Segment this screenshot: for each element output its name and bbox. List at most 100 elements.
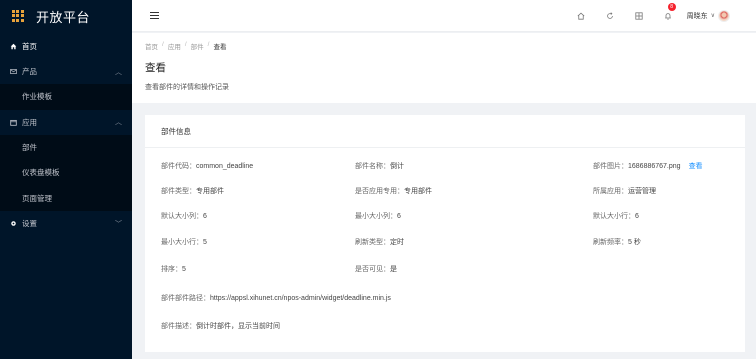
breadcrumb-separator: / bbox=[162, 41, 164, 48]
field-value: 专用部件 bbox=[404, 188, 432, 195]
field-label: 刷新频率： bbox=[593, 239, 628, 246]
field-name: 部件名称：倒计 bbox=[355, 161, 404, 171]
card-title: 部件信息 bbox=[145, 115, 745, 148]
home-icon[interactable] bbox=[567, 0, 596, 32]
field-value: 专用部件 bbox=[196, 188, 224, 195]
field-label: 是否应用专用： bbox=[355, 188, 404, 195]
chevron-up-icon: ︿ bbox=[115, 68, 122, 76]
field-value: 倒计 bbox=[390, 163, 404, 170]
field-label: 默认大小列： bbox=[161, 213, 203, 220]
field-label: 部件图片： bbox=[593, 163, 628, 170]
sidebar-item-settings[interactable]: 设置 ﹀ bbox=[0, 211, 132, 236]
logo-row: 开放平台 bbox=[0, 0, 132, 32]
field-description: 部件描述：倒计时部件，显示当前时间 bbox=[161, 321, 280, 331]
field-label: 部件部件路径： bbox=[161, 295, 210, 302]
page-title: 查看 bbox=[145, 62, 166, 74]
field-label: 部件类型： bbox=[161, 188, 196, 195]
view-image-link[interactable]: 查看 bbox=[689, 163, 703, 170]
field-default-width: 默认大小列：6 bbox=[161, 211, 207, 221]
widget-info-card: 部件信息 部件代码：common_deadline 部件名称：倒计 部件图片：1… bbox=[145, 115, 745, 352]
gear-icon bbox=[10, 220, 17, 227]
sidebar-item-label: 仪表盘模板 bbox=[22, 168, 60, 178]
field-sort: 排序：5 bbox=[161, 264, 186, 274]
page-description: 查看部件的详情和操作记录 bbox=[145, 84, 229, 91]
top-bar: 8 周晓东 ∨ bbox=[132, 0, 756, 32]
field-value: 5 bbox=[203, 239, 207, 246]
layout-icon[interactable] bbox=[625, 0, 654, 32]
menu-toggle-icon[interactable] bbox=[150, 12, 159, 19]
field-label: 所属应用： bbox=[593, 188, 628, 195]
breadcrumb-home[interactable]: 首页 bbox=[145, 41, 158, 51]
field-value: 6 bbox=[635, 213, 639, 220]
app-title: 开放平台 bbox=[36, 9, 91, 25]
sidebar-item-label: 首页 bbox=[22, 42, 37, 51]
field-path: 部件部件路径：https://appsl.xihunet.cn/npos-adm… bbox=[161, 293, 391, 303]
field-label: 是否可见： bbox=[355, 266, 390, 273]
refresh-icon[interactable] bbox=[596, 0, 625, 32]
user-menu[interactable]: 周晓东 ∨ bbox=[686, 9, 730, 22]
sidebar-item-label: 产品 bbox=[22, 67, 37, 76]
submenu-product: 作业模板 bbox=[0, 84, 132, 110]
avatar[interactable] bbox=[718, 9, 730, 22]
field-refresh-rate: 刷新频率：5 秒 bbox=[593, 237, 641, 247]
field-value: 1686886767.png bbox=[628, 163, 681, 170]
sidebar-item-job-template[interactable]: 作业模板 bbox=[0, 84, 132, 110]
page-header: 首页 / 应用 / 部件 / 查看 查看 查看部件的详情和操作记录 bbox=[132, 33, 756, 103]
field-value: https://appsl.xihunet.cn/npos-admin/widg… bbox=[210, 295, 391, 302]
bell-icon[interactable]: 8 bbox=[654, 0, 683, 32]
sidebar-item-product[interactable]: 产品 ︿ bbox=[0, 59, 132, 84]
field-scope: 所属应用：运营管理 bbox=[593, 186, 656, 196]
sidebar-item-widget[interactable]: 部件 bbox=[0, 135, 132, 161]
sidebar-menu: 首页 产品 ︿ 作业模板 应用 ︿ 部件 仪表盘模板 页面管理 设置 ﹀ bbox=[0, 34, 132, 236]
field-default-height: 默认大小行：6 bbox=[593, 211, 639, 221]
sidebar-item-app[interactable]: 应用 ︿ bbox=[0, 110, 132, 135]
submenu-app: 部件 仪表盘模板 页面管理 bbox=[0, 134, 132, 212]
sidebar-item-label: 部件 bbox=[22, 142, 37, 152]
field-refresh-type: 刷新类型：定时 bbox=[355, 237, 404, 247]
field-apply-to: 是否应用专用：专用部件 bbox=[355, 186, 432, 196]
chevron-up-icon: ︿ bbox=[115, 119, 122, 126]
breadcrumb-separator: / bbox=[207, 41, 210, 48]
chevron-down-icon: ﹀ bbox=[115, 220, 122, 228]
field-min-height: 最小大小行：5 bbox=[161, 237, 207, 247]
field-value: 是 bbox=[390, 266, 397, 273]
sidebar-item-label: 应用 bbox=[22, 117, 37, 127]
mail-icon bbox=[10, 68, 17, 75]
breadcrumb: 首页 / 应用 / 部件 / 查看 bbox=[145, 41, 743, 51]
field-value: 定时 bbox=[390, 239, 404, 246]
breadcrumb-widget[interactable]: 部件 bbox=[191, 41, 204, 51]
breadcrumb-current: 查看 bbox=[213, 44, 227, 51]
breadcrumb-app[interactable]: 应用 bbox=[168, 41, 181, 51]
field-label: 默认大小行： bbox=[593, 213, 635, 220]
sidebar-item-dashboard-template[interactable]: 仪表盘模板 bbox=[0, 160, 132, 186]
sidebar-item-label: 作业模板 bbox=[22, 92, 52, 102]
field-image: 部件图片：1686886767.png 查看 bbox=[593, 161, 703, 171]
field-label: 最小大小行： bbox=[161, 239, 203, 246]
field-enabled: 是否可见：是 bbox=[355, 264, 397, 274]
field-value: 运营管理 bbox=[628, 188, 656, 195]
field-value: 5 秒 bbox=[628, 239, 641, 246]
field-label: 排序： bbox=[161, 266, 182, 273]
field-type: 部件类型：专用部件 bbox=[161, 186, 224, 196]
sidebar-item-home[interactable]: 首页 bbox=[0, 34, 132, 59]
sidebar: 开放平台 首页 产品 ︿ 作业模板 应用 ︿ 部件 仪表盘模板 页面管理 设置 … bbox=[0, 0, 132, 359]
user-name: 周晓东 bbox=[686, 12, 708, 20]
breadcrumb-separator: / bbox=[184, 41, 187, 48]
field-label: 最小大小列： bbox=[355, 213, 397, 220]
field-value: 6 bbox=[203, 213, 207, 220]
field-value: 倒计时部件，显示当前时间 bbox=[196, 323, 280, 330]
sidebar-item-page-manage[interactable]: 页面管理 bbox=[0, 186, 132, 212]
sidebar-item-label: 页面管理 bbox=[22, 193, 52, 203]
chevron-down-icon: ∨ bbox=[710, 13, 715, 19]
field-label: 部件描述： bbox=[161, 323, 196, 330]
field-label: 刷新类型： bbox=[355, 239, 390, 246]
field-label: 部件代码： bbox=[161, 163, 196, 170]
sidebar-item-label: 设置 bbox=[22, 219, 37, 228]
field-label: 部件名称： bbox=[355, 163, 390, 170]
field-min-width: 最小大小列：6 bbox=[355, 211, 401, 221]
field-code: 部件代码：common_deadline bbox=[161, 161, 253, 171]
field-value: common_deadline bbox=[196, 163, 254, 170]
app-grid-icon[interactable] bbox=[12, 10, 24, 22]
home-icon bbox=[10, 43, 17, 50]
field-value: 5 bbox=[182, 266, 186, 273]
